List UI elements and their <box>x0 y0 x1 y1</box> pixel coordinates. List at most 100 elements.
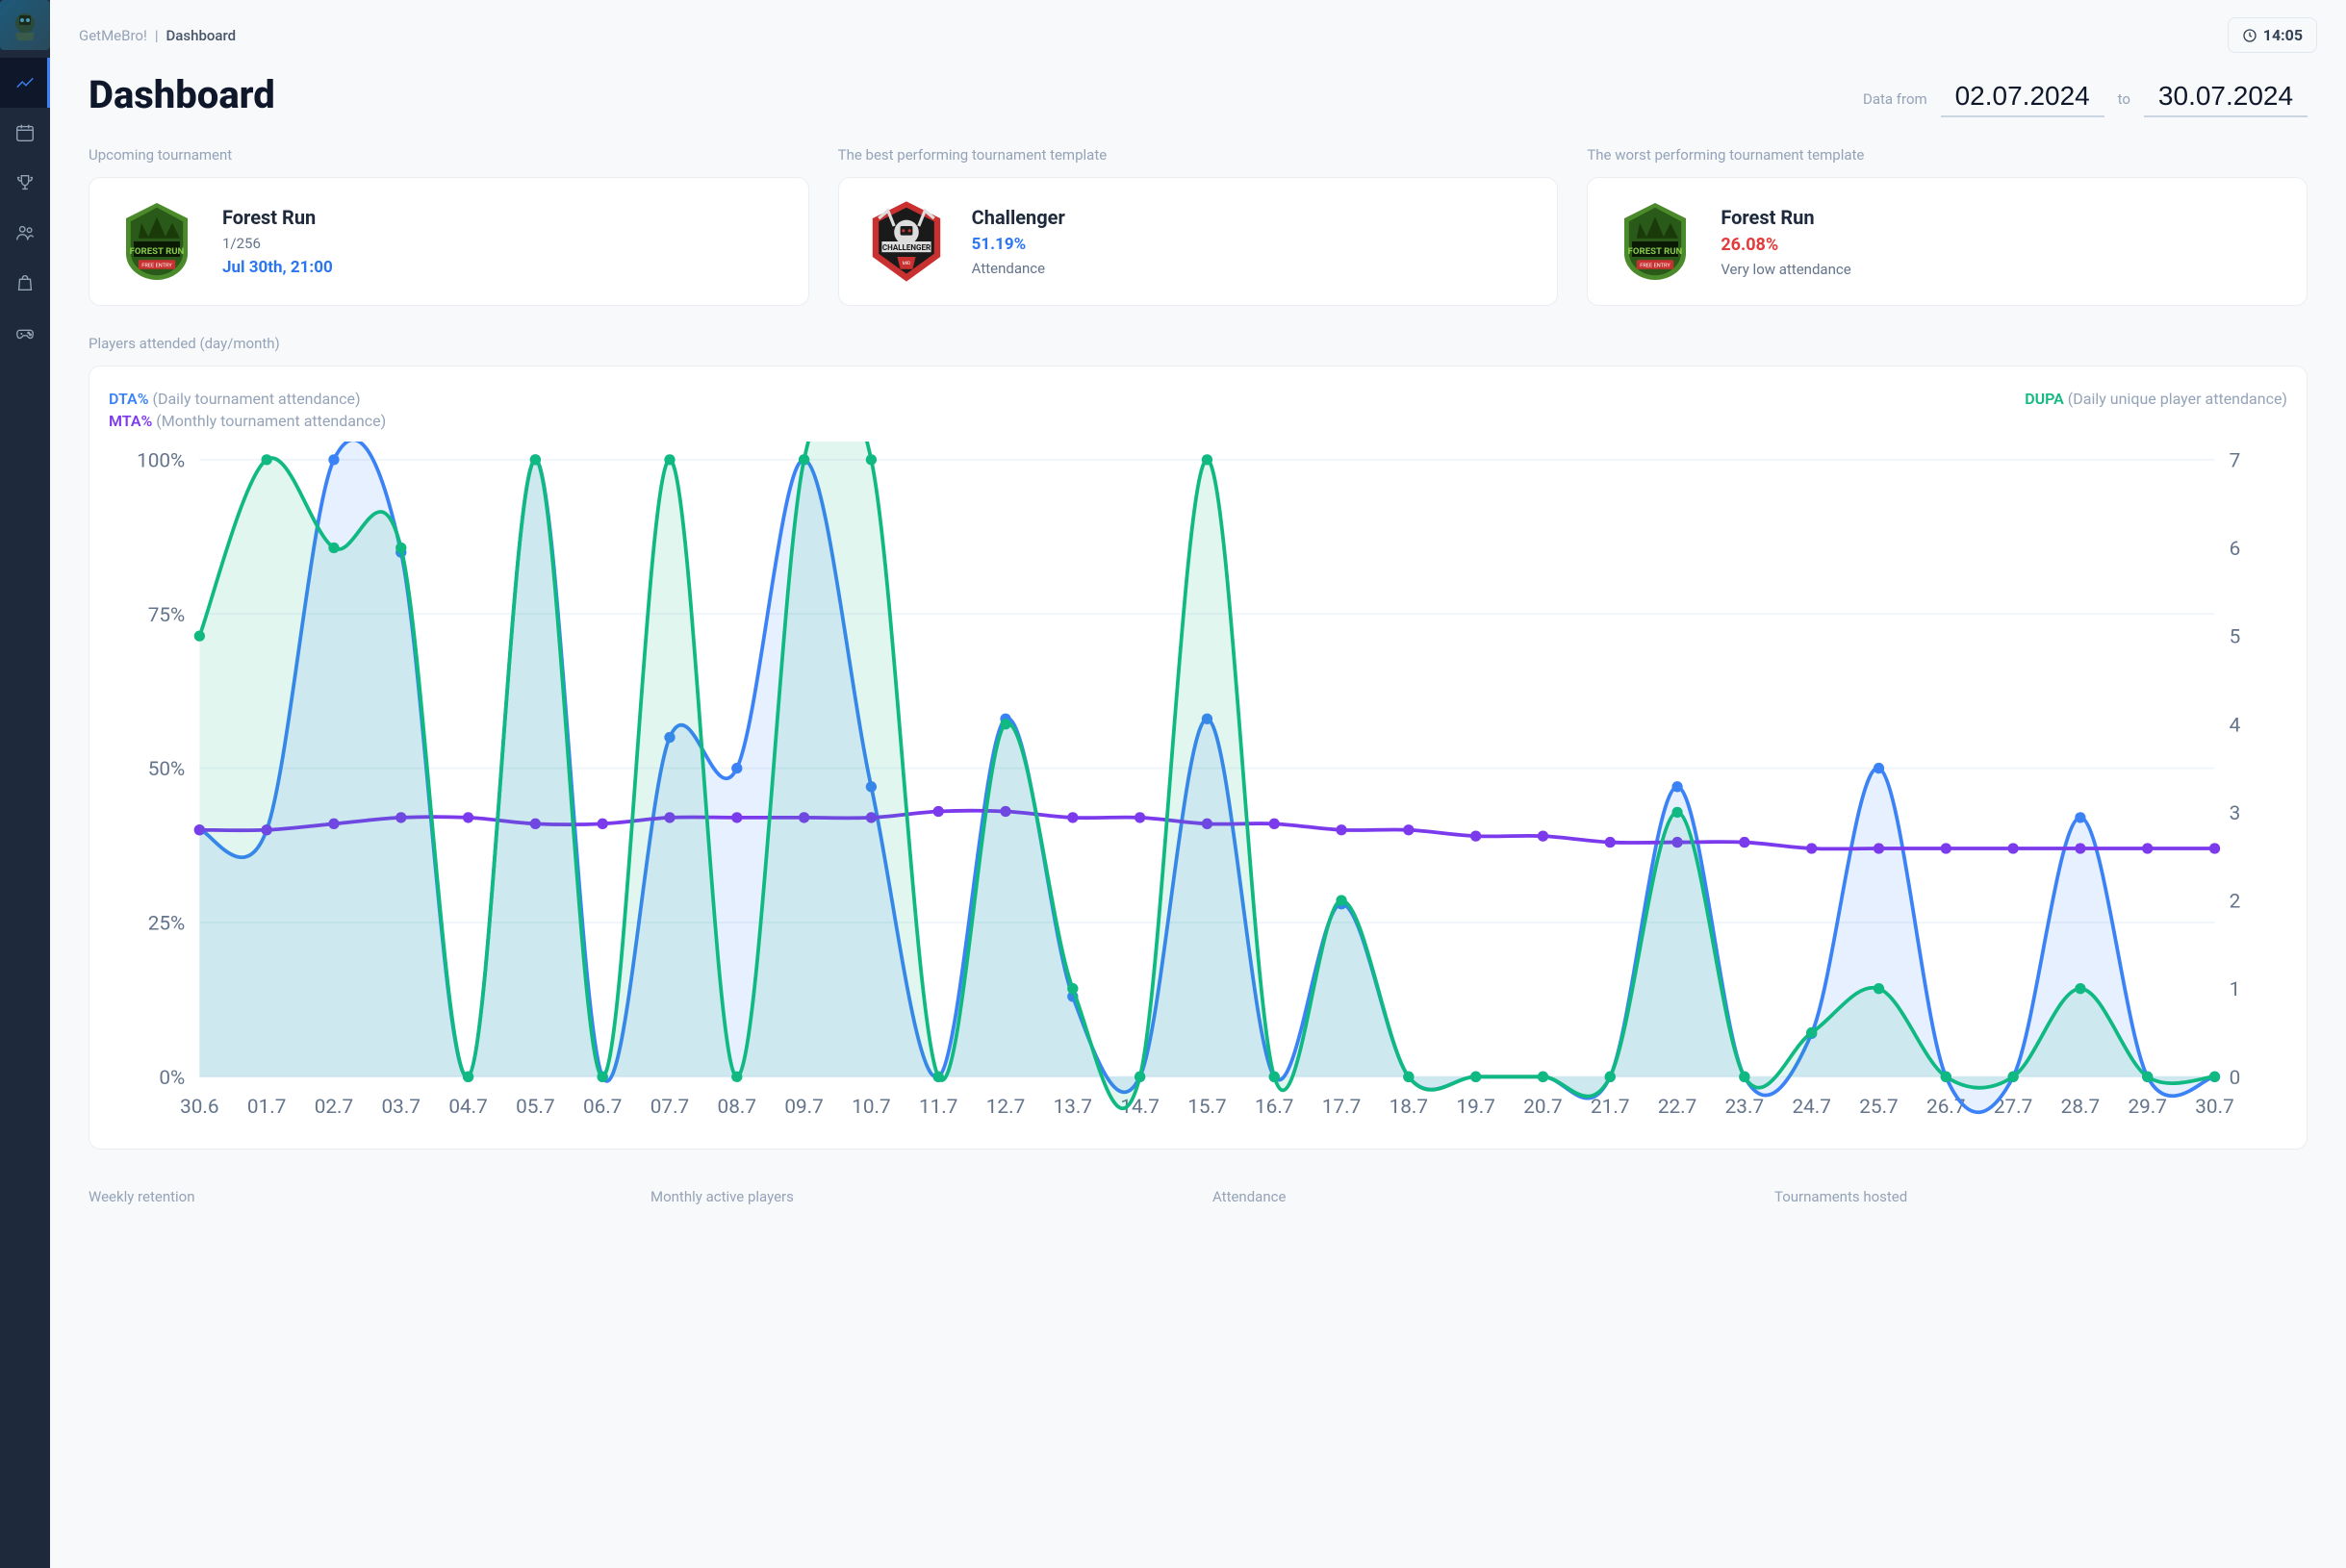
legend-dupa-key: DUPA <box>2025 390 2064 408</box>
svg-text:12.7: 12.7 <box>986 1096 1025 1119</box>
svg-text:06.7: 06.7 <box>583 1096 622 1119</box>
page-title: Dashboard <box>89 72 275 117</box>
stat-tournaments-hosted: Tournaments hosted <box>1774 1188 2308 1205</box>
svg-text:08.7: 08.7 <box>718 1096 756 1119</box>
upcoming-label: Upcoming tournament <box>89 146 809 164</box>
sidebar-item-shop[interactable] <box>0 258 50 308</box>
best-title: Challenger <box>972 206 1065 229</box>
svg-text:28.7: 28.7 <box>2061 1096 2100 1119</box>
best-percent: 51.19% <box>972 235 1065 254</box>
svg-text:29.7: 29.7 <box>2128 1096 2166 1119</box>
svg-text:MID: MID <box>902 261 910 266</box>
svg-text:15.7: 15.7 <box>1187 1096 1226 1119</box>
worst-card[interactable]: FOREST RUN FREE ENTRY Forest Run 26.08% V… <box>1587 177 2308 306</box>
legend-mta-key: MTA% <box>109 412 152 430</box>
svg-text:FOREST RUN: FOREST RUN <box>1628 246 1683 257</box>
best-label: The best performing tournament template <box>838 146 1559 164</box>
svg-text:09.7: 09.7 <box>784 1096 823 1119</box>
worst-sub: Very low attendance <box>1721 261 1850 278</box>
svg-text:30.6: 30.6 <box>180 1096 218 1119</box>
legend-mta-desc: (Monthly tournament attendance) <box>156 412 386 430</box>
sidebar-item-trophy[interactable] <box>0 158 50 208</box>
date-to-input[interactable] <box>2144 81 2308 117</box>
legend-dupa-desc: (Daily unique player attendance) <box>2068 390 2287 408</box>
svg-text:75%: 75% <box>148 604 186 627</box>
chart-line-icon <box>14 72 36 93</box>
svg-text:11.7: 11.7 <box>919 1096 957 1119</box>
svg-text:50%: 50% <box>148 758 186 781</box>
sidebar-item-users[interactable] <box>0 208 50 258</box>
svg-text:07.7: 07.7 <box>650 1096 689 1119</box>
svg-text:25.7: 25.7 <box>1859 1096 1898 1119</box>
svg-text:FREE ENTRY: FREE ENTRY <box>141 263 172 268</box>
svg-text:03.7: 03.7 <box>382 1096 421 1119</box>
best-card[interactable]: CHALLENGER MID Challenger 51.19% Attendan… <box>838 177 1559 306</box>
legend-dta-key: DTA% <box>109 390 149 408</box>
svg-text:02.7: 02.7 <box>315 1096 353 1119</box>
svg-text:25%: 25% <box>148 913 186 936</box>
svg-text:01.7: 01.7 <box>247 1096 286 1119</box>
stat-attendance: Attendance <box>1212 1188 1746 1205</box>
date-from-input[interactable] <box>1941 81 2104 117</box>
worst-title: Forest Run <box>1721 206 1850 229</box>
breadcrumb-app[interactable]: GetMeBro! <box>79 27 147 44</box>
svg-text:FREE ENTRY: FREE ENTRY <box>1641 263 1671 268</box>
worst-percent: 26.08% <box>1721 235 1850 255</box>
svg-text:1: 1 <box>2230 978 2241 1001</box>
svg-text:22.7: 22.7 <box>1658 1096 1696 1119</box>
best-sub: Attendance <box>972 260 1065 277</box>
clock-icon <box>2242 28 2257 43</box>
attendance-chart: 0%25%50%75%100%0123456730.601.702.703.70… <box>109 442 2287 1131</box>
svg-text:0%: 0% <box>159 1067 185 1090</box>
stat-monthly-active: Monthly active players <box>650 1188 1184 1205</box>
users-icon <box>14 222 36 243</box>
svg-text:100%: 100% <box>137 449 185 472</box>
svg-text:13.7: 13.7 <box>1054 1096 1092 1119</box>
date-to-label: to <box>2118 90 2130 108</box>
breadcrumb-sep: | <box>155 27 159 44</box>
calendar-icon <box>14 122 36 143</box>
svg-text:17.7: 17.7 <box>1322 1096 1361 1119</box>
trophy-icon <box>14 172 36 193</box>
chart-section-label: Players attended (day/month) <box>89 335 2308 352</box>
svg-text:6: 6 <box>2230 538 2241 561</box>
svg-text:2: 2 <box>2230 891 2241 914</box>
breadcrumb: GetMeBro! | Dashboard <box>79 27 236 44</box>
gamepad-icon <box>14 322 36 343</box>
forest-run-badge-icon: FOREST RUN FREE ENTRY <box>111 195 203 288</box>
legend-dta-desc: (Daily tournament attendance) <box>152 390 360 408</box>
svg-text:FOREST RUN: FOREST RUN <box>130 246 185 257</box>
sidebar-item-games[interactable] <box>0 308 50 358</box>
svg-text:4: 4 <box>2230 714 2241 737</box>
svg-text:3: 3 <box>2230 802 2241 825</box>
svg-text:20.7: 20.7 <box>1523 1096 1562 1119</box>
svg-text:24.7: 24.7 <box>1792 1096 1830 1119</box>
time-value: 14:05 <box>2263 26 2303 44</box>
upcoming-title: Forest Run <box>222 206 333 229</box>
svg-text:23.7: 23.7 <box>1725 1096 1764 1119</box>
svg-text:05.7: 05.7 <box>516 1096 554 1119</box>
app-logo <box>0 0 50 50</box>
stat-weekly-retention: Weekly retention <box>89 1188 622 1205</box>
svg-text:18.7: 18.7 <box>1390 1096 1428 1119</box>
svg-text:30.7: 30.7 <box>2195 1096 2233 1119</box>
sidebar <box>0 0 50 1568</box>
svg-text:5: 5 <box>2230 626 2241 649</box>
forest-run-badge-icon: FOREST RUN FREE ENTRY <box>1609 195 1701 288</box>
svg-text:04.7: 04.7 <box>448 1096 487 1119</box>
time-badge: 14:05 <box>2228 17 2317 53</box>
svg-text:16.7: 16.7 <box>1255 1096 1293 1119</box>
sidebar-item-dashboard[interactable] <box>0 58 50 108</box>
svg-text:CHALLENGER: CHALLENGER <box>882 243 931 252</box>
svg-text:19.7: 19.7 <box>1456 1096 1494 1119</box>
date-range: Data from to <box>1863 81 2308 117</box>
upcoming-time: Jul 30th, 21:00 <box>222 258 333 277</box>
sidebar-item-calendar[interactable] <box>0 108 50 158</box>
attendance-chart-card: DTA% (Daily tournament attendance) MTA% … <box>89 366 2308 1150</box>
svg-text:21.7: 21.7 <box>1591 1096 1629 1119</box>
worst-label: The worst performing tournament template <box>1587 146 2308 164</box>
challenger-badge-icon: CHALLENGER MID <box>860 195 953 288</box>
svg-text:10.7: 10.7 <box>852 1096 890 1119</box>
upcoming-sub: 1/256 <box>222 235 333 252</box>
upcoming-card[interactable]: FOREST RUN FREE ENTRY Forest Run 1/256 Ju… <box>89 177 809 306</box>
